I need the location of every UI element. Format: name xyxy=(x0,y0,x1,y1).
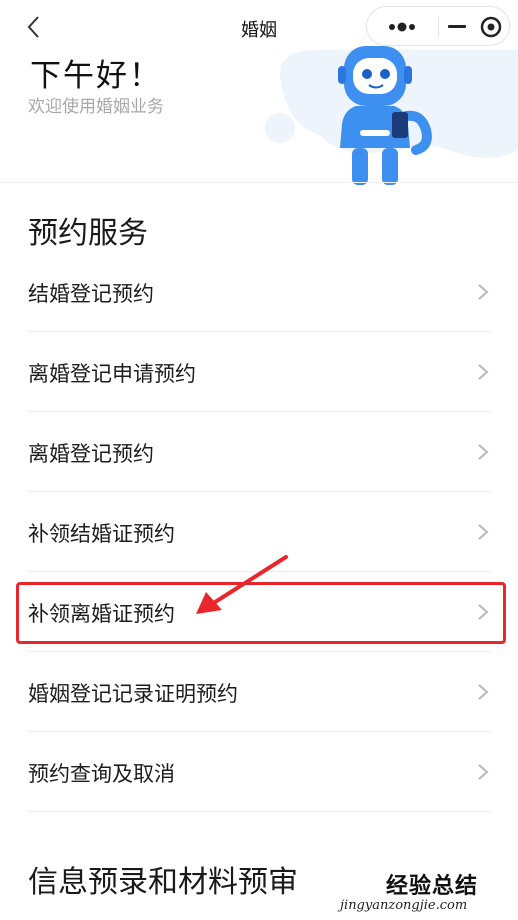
chevron-right-icon xyxy=(478,684,489,700)
list-item-label: 补领结婚证预约 xyxy=(28,522,175,546)
list-item-query-cancel[interactable]: 预约查询及取消 xyxy=(28,732,490,812)
greeting-text: 下午好！ xyxy=(30,58,162,94)
watermark-url-text: jingyanzongjie.com xyxy=(340,898,468,913)
mascot-illustration xyxy=(260,40,518,185)
prereview-section-title: 信息预录和材料预审 xyxy=(28,865,298,900)
list-item-label: 预约查询及取消 xyxy=(28,762,175,786)
welcome-text: 欢迎使用婚姻业务 xyxy=(28,97,164,117)
chevron-right-icon xyxy=(478,524,489,540)
section-divider xyxy=(0,182,518,183)
chevron-right-icon xyxy=(478,444,489,460)
chevron-right-icon xyxy=(478,284,489,300)
booking-list: 结婚登记预约 离婚登记申请预约 离婚登记预约 补领结婚证预约 补领离婚证预约 婚… xyxy=(28,252,490,812)
chevron-right-icon xyxy=(478,764,489,780)
list-item-marriage-registration[interactable]: 结婚登记预约 xyxy=(28,252,490,332)
list-item-label: 婚姻登记记录证明预约 xyxy=(28,682,238,706)
booking-section-title: 预约服务 xyxy=(28,216,148,251)
arrow-annotation-icon xyxy=(196,555,288,614)
list-item-divorce-application[interactable]: 离婚登记申请预约 xyxy=(28,332,490,412)
list-item-label: 离婚登记申请预约 xyxy=(28,362,196,386)
list-item-record-certificate[interactable]: 婚姻登记记录证明预约 xyxy=(28,652,490,732)
chevron-right-icon xyxy=(478,364,489,380)
watermark-main-text: 经验总结 xyxy=(386,874,479,899)
list-item-label: 结婚登记预约 xyxy=(28,282,154,306)
site-watermark: 经验总结 jingyanzongjie.com xyxy=(340,868,518,920)
list-item-divorce-registration[interactable]: 离婚登记预约 xyxy=(28,412,490,492)
list-item-label: 离婚登记预约 xyxy=(28,442,154,466)
robot-mascot-icon xyxy=(265,46,518,185)
